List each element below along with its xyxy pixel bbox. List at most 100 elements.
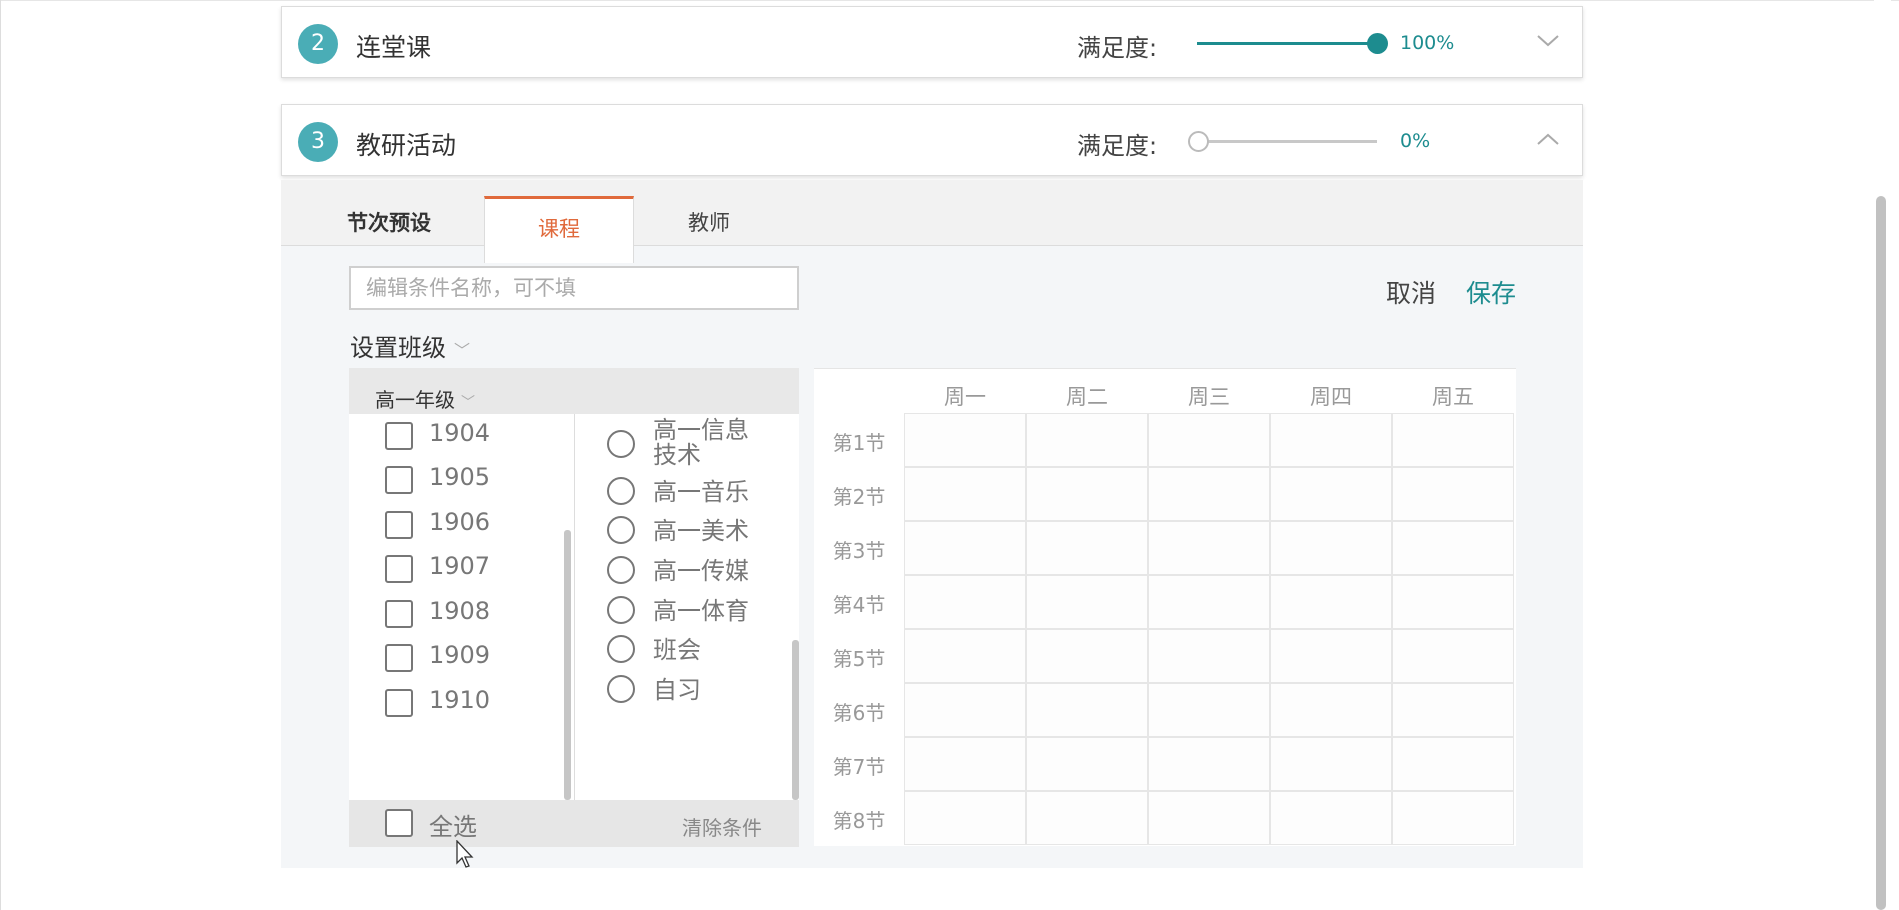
satisfaction-slider[interactable] [1197,33,1388,54]
timetable-cell[interactable] [1392,521,1514,575]
checkbox[interactable] [385,600,413,628]
timetable-cell[interactable] [1270,683,1392,737]
period-label: 第1节 [832,431,886,455]
day-header: 周一 [944,385,986,409]
period-label: 第4节 [832,593,886,617]
timetable-cell[interactable] [1148,683,1270,737]
satisfaction-slider[interactable] [1188,131,1377,152]
radio-button[interactable] [607,675,635,703]
timetable-cell[interactable] [904,413,1026,467]
course-list-scrollbar[interactable] [792,640,799,800]
panel-number-badge: 3 [298,122,338,162]
timetable-cell[interactable] [1148,791,1270,845]
mouse-cursor-icon [456,840,474,868]
tab-course[interactable]: 课程 [484,196,634,263]
radio-button[interactable] [607,430,635,458]
grade-dropdown[interactable]: 高一年级 ﹀ [375,384,475,413]
timetable-cell[interactable] [1026,413,1148,467]
page-scrollbar-thumb[interactable] [1876,196,1886,910]
class-label: 1910 [429,686,491,714]
timetable-cell[interactable] [1392,413,1514,467]
radio-button[interactable] [607,635,635,663]
timetable-cell[interactable] [1270,521,1392,575]
tab-period-preset[interactable]: 节次预设 [347,180,497,246]
timetable-cell[interactable] [1270,575,1392,629]
radio-button[interactable] [607,516,635,544]
class-list-scrollbar[interactable] [564,530,571,800]
timetable-cell[interactable] [1148,521,1270,575]
panel-title: 连堂课 [356,33,432,62]
timetable-cell[interactable] [1270,629,1392,683]
cancel-button[interactable]: 取消 [1386,274,1436,310]
timetable-cell[interactable] [904,791,1026,845]
timetable-cell[interactable] [1026,575,1148,629]
rule-panel-research[interactable]: 3 教研活动 满足度: 0% [281,104,1583,176]
slider-handle[interactable] [1188,131,1209,152]
period-label: 第5节 [832,647,886,671]
clear-condition-button[interactable]: 清除条件 [682,812,762,841]
panel-number-badge: 2 [298,24,338,64]
grade-bar: 高一年级 ﹀ [349,368,799,414]
checkbox[interactable] [385,689,413,717]
checkbox[interactable] [385,511,413,539]
timetable-cell[interactable] [1026,683,1148,737]
chevron-up-icon[interactable] [1536,130,1560,148]
timetable-cell[interactable] [1148,467,1270,521]
checkbox[interactable] [385,466,413,494]
timetable-cell[interactable] [1026,737,1148,791]
timetable-cell[interactable] [904,737,1026,791]
timetable-cell[interactable] [1392,575,1514,629]
course-label: 自习 [653,676,701,704]
radio-button[interactable] [607,477,635,505]
timetable-cell[interactable] [904,683,1026,737]
timetable-cell[interactable] [1026,521,1148,575]
class-label: 1904 [429,419,491,447]
course-list[interactable]: 高一信息技术 高一音乐 高一美术 高一传媒 高一体育 班会 自习 [575,414,799,800]
timetable-cell[interactable] [1148,413,1270,467]
checkbox[interactable] [385,644,413,672]
tab-teacher[interactable]: 教师 [634,180,784,246]
course-label: 高一信息技术 [653,416,749,469]
timetable-cell[interactable] [904,467,1026,521]
condition-name-input[interactable] [349,266,799,310]
timetable-cell[interactable] [904,521,1026,575]
checkbox[interactable] [385,422,413,450]
slider-handle[interactable] [1367,33,1388,54]
set-class-dropdown[interactable]: 设置班级 ﹀ [350,328,470,363]
satisfaction-label: 满足度: [1077,132,1158,160]
satisfaction-label: 满足度: [1077,34,1158,62]
course-label: 高一体育 [653,597,749,625]
rule-editor: 节次预设 课程 教师 取消 保存 设置班级 ﹀ 高一年级 ﹀ 1904 1905 1… [281,180,1583,868]
page-scrollbar[interactable] [1874,0,1891,910]
timetable-cell[interactable] [1270,791,1392,845]
timetable-cell[interactable] [1392,629,1514,683]
timetable-cell[interactable] [1392,683,1514,737]
timetable-cell[interactable] [1026,467,1148,521]
checkbox[interactable] [385,809,413,837]
timetable-cell[interactable] [904,629,1026,683]
satisfaction-value: 0% [1400,130,1431,152]
timetable-cell[interactable] [1392,467,1514,521]
rule-panel-consecutive[interactable]: 2 连堂课 满足度: 100% [281,6,1583,78]
timetable-cell[interactable] [1392,791,1514,845]
class-label: 1906 [429,508,491,536]
timetable-cell[interactable] [1026,791,1148,845]
timetable-cell[interactable] [1148,575,1270,629]
timetable-cell[interactable] [904,575,1026,629]
set-class-label: 设置班级 [350,334,446,362]
checkbox[interactable] [385,555,413,583]
class-list[interactable]: 1904 1905 1906 1907 1908 1909 1910 [349,414,574,800]
radio-button[interactable] [607,556,635,584]
class-label: 1907 [429,552,491,580]
timetable-cell[interactable] [1026,629,1148,683]
timetable-cell[interactable] [1270,737,1392,791]
save-button[interactable]: 保存 [1466,274,1516,310]
selector-footer: 全选 清除条件 [349,800,799,847]
radio-button[interactable] [607,596,635,624]
timetable-cell[interactable] [1148,737,1270,791]
timetable-cell[interactable] [1270,467,1392,521]
timetable-cell[interactable] [1270,413,1392,467]
timetable-cell[interactable] [1392,737,1514,791]
chevron-down-icon[interactable] [1536,32,1560,50]
timetable-cell[interactable] [1148,629,1270,683]
